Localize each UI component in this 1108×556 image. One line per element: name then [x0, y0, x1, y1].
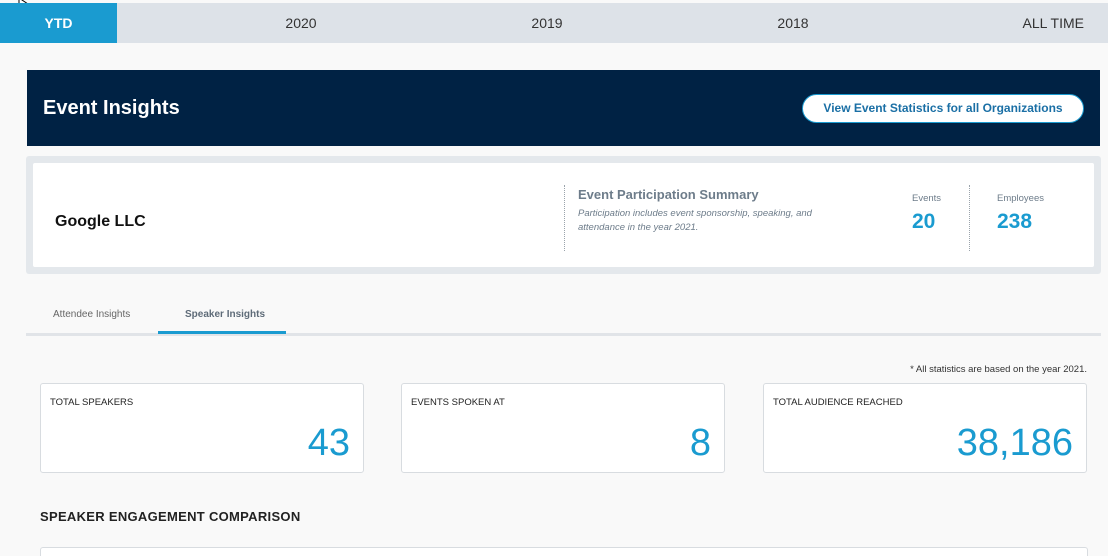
- participation-summary: Event Participation Summary Participatio…: [564, 185, 834, 251]
- section-title: SPEAKER ENGAGEMENT COMPARISON: [40, 509, 301, 524]
- tab-speaker-insights[interactable]: Speaker Insights: [185, 309, 265, 320]
- tab-2020[interactable]: 2020: [117, 3, 485, 43]
- event-insights-banner: Event Insights View Event Statistics for…: [27, 70, 1100, 146]
- view-all-organizations-button[interactable]: View Event Statistics for all Organizati…: [802, 93, 1084, 123]
- employees-label: Employees: [997, 193, 1044, 204]
- events-count: Events 20: [912, 193, 941, 234]
- employees-value: 238: [997, 210, 1033, 233]
- statistics-note: * All statistics are based on the year 2…: [910, 364, 1087, 375]
- stat-label: TOTAL SPEAKERS: [50, 397, 134, 408]
- insight-tabs: Attendee Insights Speaker Insights: [26, 300, 1101, 336]
- stat-value: 43: [307, 422, 350, 464]
- tab-attendee-insights[interactable]: Attendee Insights: [53, 309, 130, 320]
- stat-label: EVENTS SPOKEN AT: [411, 397, 505, 408]
- organization-name: Google LLC: [55, 213, 146, 230]
- events-spoken-at-card: EVENTS SPOKEN AT 8: [401, 383, 725, 473]
- total-speakers-card: TOTAL SPEAKERS 43: [40, 383, 364, 473]
- stat-label: TOTAL AUDIENCE REACHED: [773, 397, 903, 408]
- events-label: Events: [912, 193, 942, 204]
- organization-summary-panel: Google LLC Event Participation Summary P…: [26, 156, 1101, 274]
- tab-2019[interactable]: 2019: [485, 3, 609, 43]
- tab-all-time[interactable]: ALL TIME: [977, 3, 1108, 43]
- page-title: Event Insights: [43, 96, 180, 119]
- tab-ytd[interactable]: YTD: [0, 3, 117, 43]
- participation-summary-description: Participation includes event sponsorship…: [578, 208, 812, 233]
- stat-value: 8: [689, 422, 711, 464]
- participation-summary-title: Event Participation Summary: [578, 187, 759, 202]
- divider: [969, 185, 970, 251]
- tab-2018[interactable]: 2018: [609, 3, 977, 43]
- total-audience-reached-card: TOTAL AUDIENCE REACHED 38,186: [763, 383, 1087, 473]
- organization-summary-card: Google LLC Event Participation Summary P…: [33, 163, 1094, 267]
- year-filter-tabs: YTD 2020 2019 2018 ALL TIME: [0, 3, 1108, 43]
- employees-count: Employees 238: [997, 193, 1044, 234]
- events-value: 20: [912, 210, 936, 233]
- speaker-engagement-card: [40, 547, 1088, 556]
- stat-value: 38,186: [956, 422, 1073, 464]
- active-tab-indicator: [158, 331, 286, 334]
